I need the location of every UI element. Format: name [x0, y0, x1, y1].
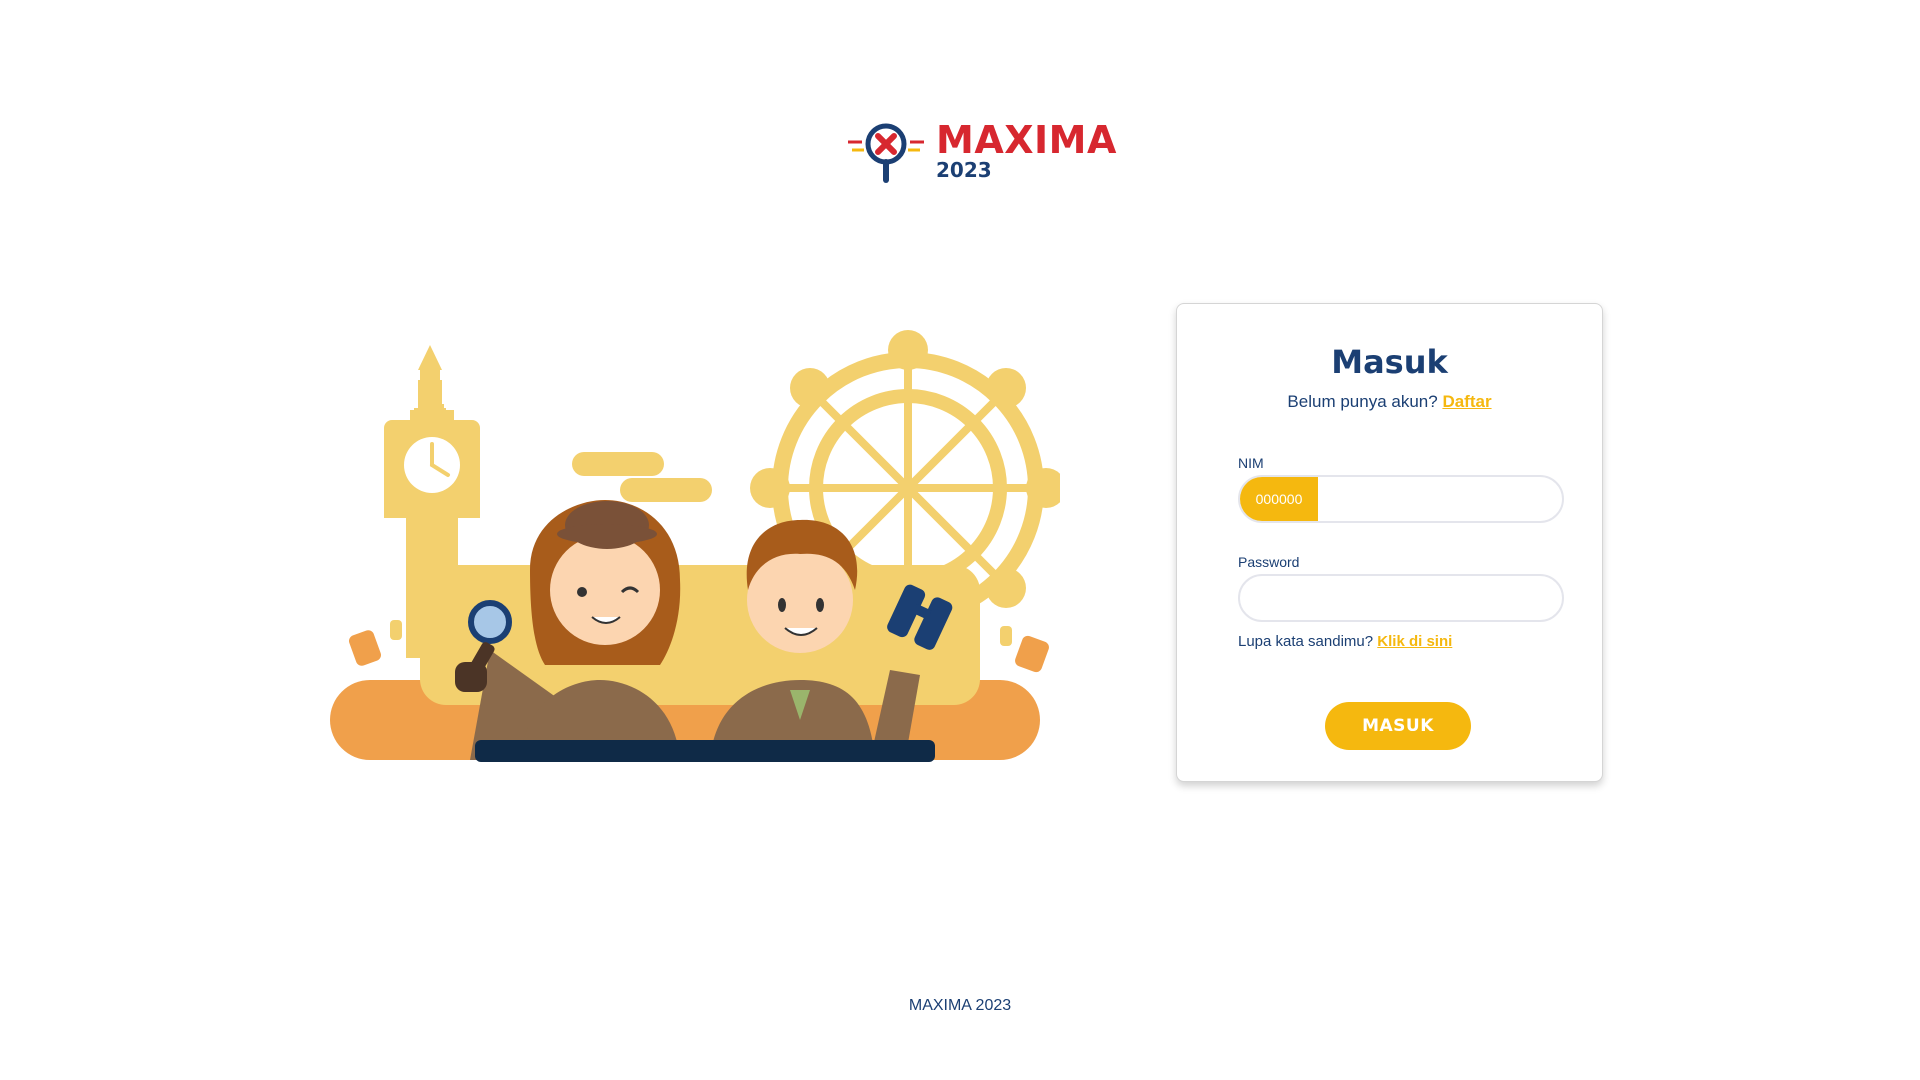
register-link[interactable]: Daftar [1442, 392, 1491, 411]
magnifier-logo-icon [848, 123, 924, 183]
password-label: Password [1238, 554, 1300, 570]
logo-year: 2023 [936, 158, 992, 182]
register-prompt: Belum punya akun? Daftar [1177, 390, 1602, 414]
cloud [620, 478, 712, 502]
nim-prefix: 000000 [1240, 477, 1318, 521]
login-submit-button[interactable]: MASUK [1325, 702, 1471, 750]
page-title: Masuk [1331, 343, 1448, 381]
password-field [1238, 574, 1564, 622]
nim-label: NIM [1238, 455, 1264, 471]
forgot-password-link[interactable]: Klik di sini [1377, 633, 1452, 650]
forgot-password: Lupa kata sandimu? Klik di sini [1238, 632, 1452, 652]
nim-input[interactable] [1318, 477, 1562, 521]
illustration-table [475, 740, 935, 762]
hero-illustration [330, 320, 1066, 770]
forgot-text: Lupa kata sandimu? [1238, 633, 1374, 650]
cloud [572, 452, 664, 476]
detective-girl-icon [455, 500, 681, 760]
footer-text: MAXIMA 2023 [908, 997, 1012, 1014]
no-account-text: Belum punya akun? [1287, 392, 1438, 411]
maxima-logo: MAXIMA 2023 [846, 116, 1116, 188]
password-input[interactable] [1240, 576, 1562, 620]
login-card: Masuk Belum punya akun? Daftar NIM 00000… [1176, 303, 1603, 782]
nim-field: 000000 [1238, 475, 1564, 523]
logo-title: MAXIMA [936, 118, 1117, 162]
